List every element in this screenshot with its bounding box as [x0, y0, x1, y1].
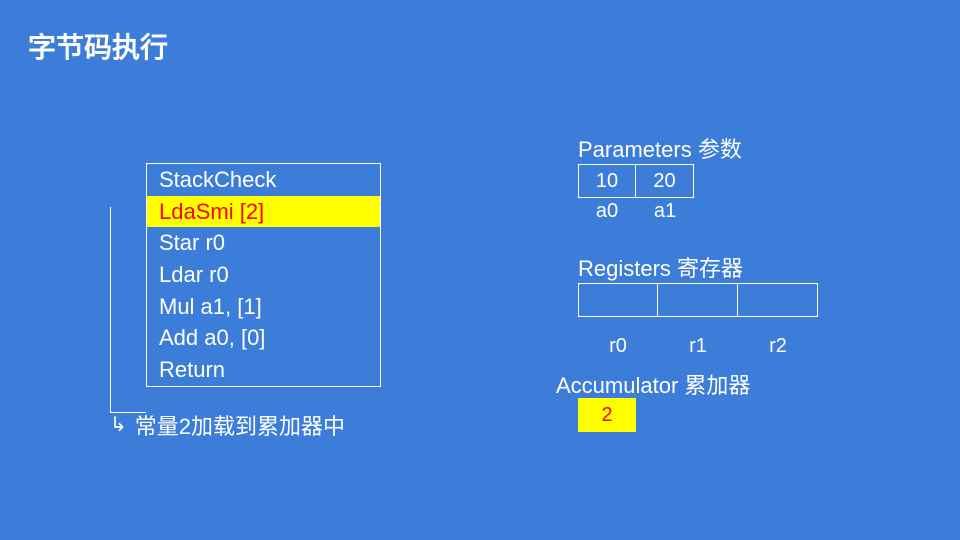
register-name: r1	[658, 335, 738, 358]
bytecode-line: StackCheck	[147, 164, 380, 196]
bytecode-line: Star r0	[147, 227, 380, 259]
parameter-cell-a0: 10	[578, 164, 636, 198]
registers-row	[578, 283, 818, 317]
parameters-row: 10 20	[578, 164, 694, 198]
page-title: 字节码执行	[28, 26, 168, 66]
registers-names: r0 r1 r2	[578, 335, 818, 358]
registers-label: Registers 寄存器	[578, 251, 743, 283]
bytecode-line: Add a0, [0]	[147, 322, 380, 354]
register-name: r2	[738, 335, 818, 358]
annotation: ↳ 常量2加载到累加器中	[110, 409, 345, 441]
pointer-connector	[110, 207, 146, 413]
bytecode-line-current: LdaSmi [2]	[147, 196, 380, 228]
bytecode-line: Return	[147, 354, 380, 386]
parameters-label: Parameters 参数	[578, 132, 742, 164]
register-cell-r2	[738, 283, 818, 317]
bytecode-list: StackCheck LdaSmi [2] Star r0 Ldar r0 Mu…	[146, 163, 381, 387]
annotation-text: 常量2加载到累加器中	[135, 409, 345, 441]
parameter-cell-a1: 20	[636, 164, 694, 198]
register-cell-r1	[658, 283, 738, 317]
register-cell-r0	[578, 283, 658, 317]
parameters-names: a0 a1	[578, 200, 694, 223]
parameter-name: a1	[636, 200, 694, 223]
accumulator-cell: 2	[578, 398, 636, 432]
arrow-right-icon: ↳	[110, 415, 127, 435]
register-name: r0	[578, 335, 658, 358]
parameter-name: a0	[578, 200, 636, 223]
bytecode-line: Ldar r0	[147, 259, 380, 291]
accumulator-label: Accumulator 累加器	[556, 368, 750, 400]
bytecode-line: Mul a1, [1]	[147, 291, 380, 323]
